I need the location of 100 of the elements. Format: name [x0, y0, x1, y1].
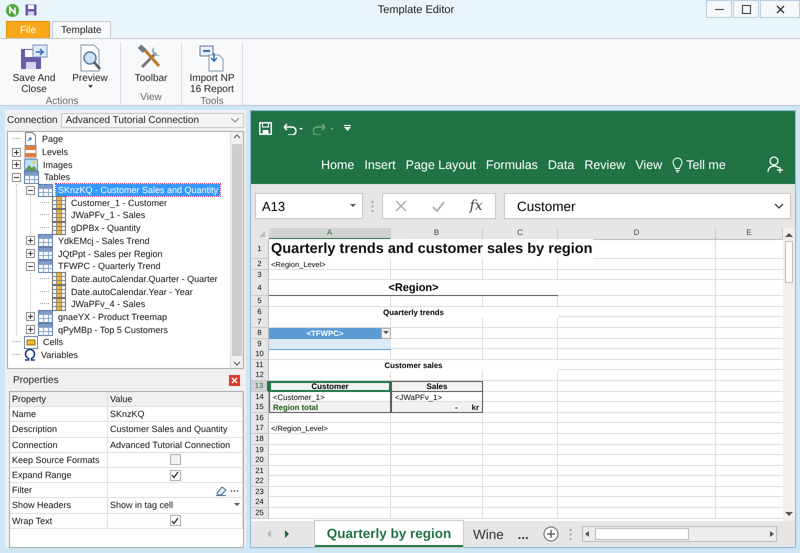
ribbon-tab[interactable]: Data [544, 158, 578, 172]
tree-item[interactable]: gnaeYX - Product Treemap [56, 310, 170, 323]
maximize-icon [742, 4, 750, 14]
tree-item[interactable]: gDPBx - Quantity [69, 222, 143, 234]
expand-icon[interactable] [26, 249, 35, 258]
add-user-icon[interactable] [767, 156, 785, 173]
tree-item[interactable]: Page [40, 133, 66, 146]
table-cell: Customer [269, 380, 391, 392]
table-icon [38, 234, 53, 248]
tree-item[interactable]: JWaPFv_4 - Sales [69, 298, 148, 310]
scroll-down-icon[interactable] [784, 510, 794, 518]
column-icon [52, 298, 66, 311]
chevron-down-icon[interactable] [774, 203, 784, 209]
next-sheet-icon[interactable] [283, 529, 291, 539]
scrollbar-thumb[interactable] [594, 528, 689, 540]
insert-function-button[interactable]: fx [470, 198, 483, 214]
lightbulb-icon [672, 156, 684, 172]
checkbox[interactable] [170, 454, 180, 466]
property-dropdown[interactable]: Show in tag cell [108, 498, 243, 512]
undo-icon[interactable] [282, 122, 303, 134]
tree-item[interactable]: YdkEMcj - Sales Trend [56, 234, 152, 247]
omega-icon [24, 349, 36, 362]
property-name: Name [10, 407, 108, 422]
connection-dropdown[interactable]: Advanced Tutorial Connection [60, 112, 244, 128]
ribbon-tab[interactable]: Insert [360, 158, 400, 172]
checkbox[interactable] [170, 470, 180, 481]
maximize-button[interactable] [733, 0, 759, 18]
column-icon [52, 208, 66, 222]
property-name: Show Headers [10, 498, 108, 512]
close-icon[interactable] [229, 374, 240, 386]
customize-caret-icon[interactable] [344, 125, 351, 131]
tell-me-button[interactable]: Tell me [668, 156, 730, 172]
filter-dropdown-button[interactable] [381, 328, 391, 339]
scrollbar-thumb[interactable] [785, 241, 793, 283]
eraser-icon[interactable] [215, 484, 227, 496]
table-icon [38, 310, 53, 324]
scrollbar-thumb[interactable] [232, 144, 242, 356]
column-icon [52, 196, 66, 210]
tree-item[interactable]: qPyMBp - Top 5 Customers [56, 324, 170, 336]
expand-icon[interactable] [26, 312, 35, 322]
scroll-left-icon[interactable] [582, 530, 591, 538]
tree-item[interactable]: Customer_1 - Customer [69, 196, 170, 209]
expand-icon[interactable] [26, 325, 35, 334]
collapse-icon[interactable] [12, 172, 21, 182]
collapse-icon[interactable] [26, 186, 35, 195]
collapse-icon[interactable] [26, 262, 35, 271]
property-name: Description [10, 422, 108, 437]
more-sheets-button[interactable]: ... [514, 521, 533, 547]
ribbon-button[interactable]: Import NP 16 Report [186, 42, 238, 96]
column-header: Value [108, 392, 243, 406]
sheet-tab[interactable]: Wine [463, 521, 514, 547]
vertical-scrollbar[interactable] [783, 228, 795, 521]
ribbon-tab[interactable]: Formulas [482, 158, 542, 172]
scrollbar[interactable] [230, 132, 243, 368]
image-icon [24, 158, 38, 172]
expand-icon[interactable] [26, 236, 35, 246]
tree-item[interactable]: Tables [42, 171, 72, 184]
close-icon [776, 4, 784, 14]
save-icon[interactable] [25, 4, 37, 16]
chevron-down-icon [231, 118, 239, 122]
expand-icon[interactable] [12, 160, 21, 170]
caret-icon [383, 331, 389, 336]
tree-item[interactable]: TFWPC - Quarterly Trend [56, 260, 163, 272]
ribbon-tab[interactable]: Home [317, 158, 358, 172]
scroll-up-icon[interactable] [784, 231, 794, 239]
tree-item[interactable]: Levels [40, 146, 70, 158]
column-icon [52, 272, 66, 286]
ribbon-tab[interactable]: View [631, 158, 666, 172]
tree-item[interactable]: Cells [41, 336, 66, 348]
sheet-title: Quarterly trends and customer sales by region [269, 239, 593, 259]
tree-item[interactable]: JWaPFv_1 - Sales [69, 209, 148, 222]
app-logo-icon [6, 4, 19, 16]
ribbon-tab[interactable]: Template [52, 21, 111, 38]
ribbon-button[interactable]: Toolbar [125, 42, 177, 92]
ribbon-tab[interactable]: Review [580, 158, 630, 172]
sheet-tab[interactable]: Quarterly by region [315, 521, 463, 547]
checkbox[interactable] [170, 515, 180, 526]
tree-item[interactable]: Images [41, 158, 75, 171]
ribbon-button[interactable]: Preview [64, 42, 116, 96]
horizontal-scrollbar[interactable] [582, 526, 777, 542]
close-button[interactable] [760, 0, 800, 18]
add-sheet-icon[interactable] [542, 526, 559, 542]
column-header[interactable]: A [269, 228, 391, 240]
tree-item[interactable]: JQtPpt - Sales per Region [56, 248, 165, 260]
save-icon[interactable] [259, 122, 272, 134]
table-cell: Sales [391, 380, 483, 392]
tree-item[interactable]: Variables [39, 349, 80, 362]
drag-handle-icon[interactable] [568, 528, 572, 540]
caret-icon [234, 503, 240, 508]
drag-handle-icon[interactable] [371, 200, 374, 212]
scroll-right-icon[interactable] [768, 530, 776, 538]
formula-field[interactable]: Customer [504, 193, 791, 219]
expand-icon[interactable] [12, 148, 21, 157]
tree-item[interactable]: Date.autoCalendar.Year - Year [69, 286, 195, 298]
check-icon[interactable] [432, 200, 445, 212]
ribbon-tab[interactable]: Page Layout [402, 158, 480, 172]
property-name: Wrap Text [10, 514, 108, 528]
ribbon-button[interactable]: Save And Close [8, 42, 60, 96]
name-box[interactable]: A13 [255, 193, 363, 219]
tree-item[interactable]: Date.autoCalendar.Quarter - Quarter [69, 272, 220, 285]
